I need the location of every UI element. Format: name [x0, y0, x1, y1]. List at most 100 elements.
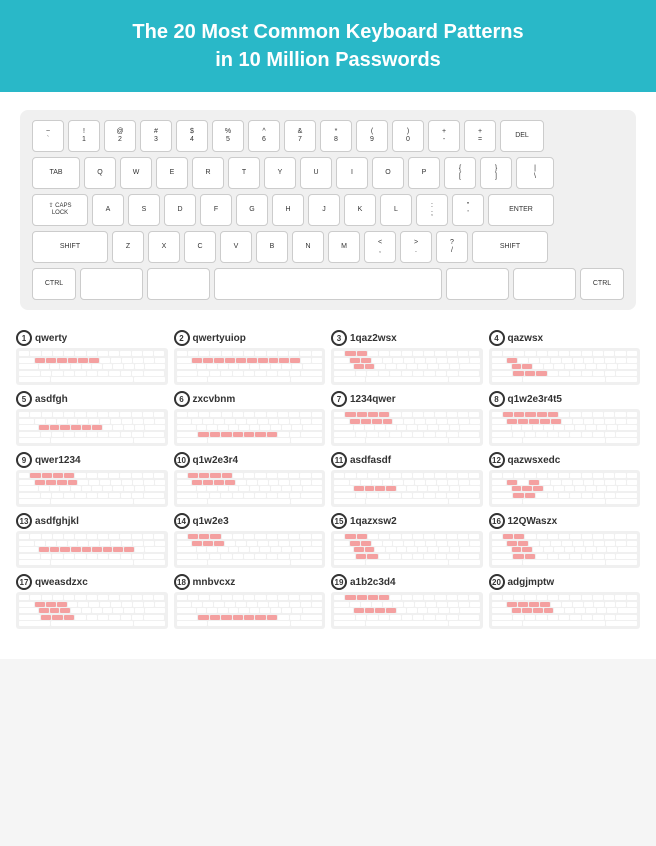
- key-r: R: [192, 157, 224, 189]
- pattern-label-12: 12 qazwsxedc: [489, 452, 641, 468]
- key-k: K: [344, 194, 376, 226]
- pattern-label-13: 13 asdfghjkl: [16, 513, 168, 529]
- pattern-num-10: 10: [174, 452, 190, 468]
- pattern-label-20: 20 adgjmptw: [489, 574, 641, 590]
- key-fn3: [446, 268, 509, 300]
- key-5: %5: [212, 120, 244, 152]
- pattern-num-20: 20: [489, 574, 505, 590]
- mini-keyboard-16: [489, 531, 641, 568]
- key-4: $4: [176, 120, 208, 152]
- pattern-num-2: 2: [174, 330, 190, 346]
- pattern-num-5: 5: [16, 391, 32, 407]
- pattern-num-6: 6: [174, 391, 190, 407]
- pattern-item-1: 1 qwerty: [16, 330, 168, 385]
- key-del: DEL: [500, 120, 544, 152]
- mini-keyboard-4: [489, 348, 641, 385]
- pattern-num-18: 18: [174, 574, 190, 590]
- key-rbracket: }]: [480, 157, 512, 189]
- pattern-label-6: 6 zxcvbnm: [174, 391, 326, 407]
- pattern-num-15: 15: [331, 513, 347, 529]
- key-w: W: [120, 157, 152, 189]
- key-ctrl-right: CTRL: [580, 268, 624, 300]
- pattern-item-17: 17 qweasdzxc: [16, 574, 168, 629]
- pattern-num-17: 17: [16, 574, 32, 590]
- kb-row-bottom: CTRL CTRL: [32, 268, 624, 300]
- pattern-num-8: 8: [489, 391, 505, 407]
- key-y: Y: [264, 157, 296, 189]
- pattern-item-7: 7 1234qwer: [331, 391, 483, 446]
- key-2: @2: [104, 120, 136, 152]
- mini-keyboard-3: [331, 348, 483, 385]
- pattern-label-5: 5 asdfgh: [16, 391, 168, 407]
- key-a: A: [92, 194, 124, 226]
- key-8: *8: [320, 120, 352, 152]
- pattern-item-10: 10 q1w2e3r4: [174, 452, 326, 507]
- mini-keyboard-11: [331, 470, 483, 507]
- key-fn2: [147, 268, 210, 300]
- mini-keyboard-8: [489, 409, 641, 446]
- pattern-label-2: 2 qwertyuiop: [174, 330, 326, 346]
- pattern-item-5: 5 asdfgh: [16, 391, 168, 446]
- keyboard-section: ~` !1 @2 #3 $4 %5 ^6 &7 *8 (9 )0 +- += D…: [0, 92, 656, 320]
- key-9: (9: [356, 120, 388, 152]
- key-b: B: [256, 231, 288, 263]
- pattern-label-16: 16 12QWaszx: [489, 513, 641, 529]
- key-shift-right: SHIFT: [472, 231, 548, 263]
- key-ctrl-left: CTRL: [32, 268, 76, 300]
- key-lbracket: {[: [444, 157, 476, 189]
- key-enter: ENTER: [488, 194, 554, 226]
- key-i: I: [336, 157, 368, 189]
- mini-keyboard-17: [16, 592, 168, 629]
- pattern-label-1: 1 qwerty: [16, 330, 168, 346]
- key-space: [214, 268, 442, 300]
- pattern-num-4: 4: [489, 330, 505, 346]
- key-3: #3: [140, 120, 172, 152]
- key-e: E: [156, 157, 188, 189]
- pattern-label-10: 10 q1w2e3r4: [174, 452, 326, 468]
- header-line1: The 20 Most Common Keyboard Patterns: [132, 21, 523, 43]
- pattern-num-19: 19: [331, 574, 347, 590]
- mini-keyboard-15: [331, 531, 483, 568]
- key-0: )0: [392, 120, 424, 152]
- key-7: &7: [284, 120, 316, 152]
- mini-keyboard-18: [174, 592, 326, 629]
- pattern-num-14: 14: [174, 513, 190, 529]
- key-l: L: [380, 194, 412, 226]
- pattern-num-9: 9: [16, 452, 32, 468]
- key-u: U: [300, 157, 332, 189]
- pattern-label-14: 14 q1w2e3: [174, 513, 326, 529]
- pattern-num-3: 3: [331, 330, 347, 346]
- pattern-num-7: 7: [331, 391, 347, 407]
- key-j: J: [308, 194, 340, 226]
- pattern-label-8: 8 q1w2e3r4t5: [489, 391, 641, 407]
- kb-row-asdf: ⇪ CAPSLOCK A S D F G H J K L :; "' ENTER: [32, 194, 624, 226]
- pattern-num-11: 11: [331, 452, 347, 468]
- pattern-item-20: 20 adgjmptw: [489, 574, 641, 629]
- mini-keyboard-1: [16, 348, 168, 385]
- key-shift-left: SHIFT: [32, 231, 108, 263]
- pattern-label-11: 11 asdfasdf: [331, 452, 483, 468]
- pattern-item-12: 12 qazwsxedc: [489, 452, 641, 507]
- key-quote: "': [452, 194, 484, 226]
- key-c: C: [184, 231, 216, 263]
- key-comma: <,: [364, 231, 396, 263]
- key-fn1: [80, 268, 143, 300]
- page-header: The 20 Most Common Keyboard Patterns in …: [0, 0, 656, 92]
- key-v: V: [220, 231, 252, 263]
- pattern-num-12: 12: [489, 452, 505, 468]
- mini-keyboard-6: [174, 409, 326, 446]
- pattern-label-17: 17 qweasdzxc: [16, 574, 168, 590]
- pattern-label-4: 4 qazwsx: [489, 330, 641, 346]
- key-period: >.: [400, 231, 432, 263]
- key-z: Z: [112, 231, 144, 263]
- pattern-item-19: 19 a1b2c3d4: [331, 574, 483, 629]
- mini-keyboard-14: [174, 531, 326, 568]
- pattern-label-19: 19 a1b2c3d4: [331, 574, 483, 590]
- mini-keyboard-10: [174, 470, 326, 507]
- pattern-num-1: 1: [16, 330, 32, 346]
- pattern-item-13: 13 asdfghjkl: [16, 513, 168, 568]
- mini-keyboard-2: [174, 348, 326, 385]
- key-backtick: ~`: [32, 120, 64, 152]
- key-p: P: [408, 157, 440, 189]
- pattern-item-6: 6 zxcvbnm: [174, 391, 326, 446]
